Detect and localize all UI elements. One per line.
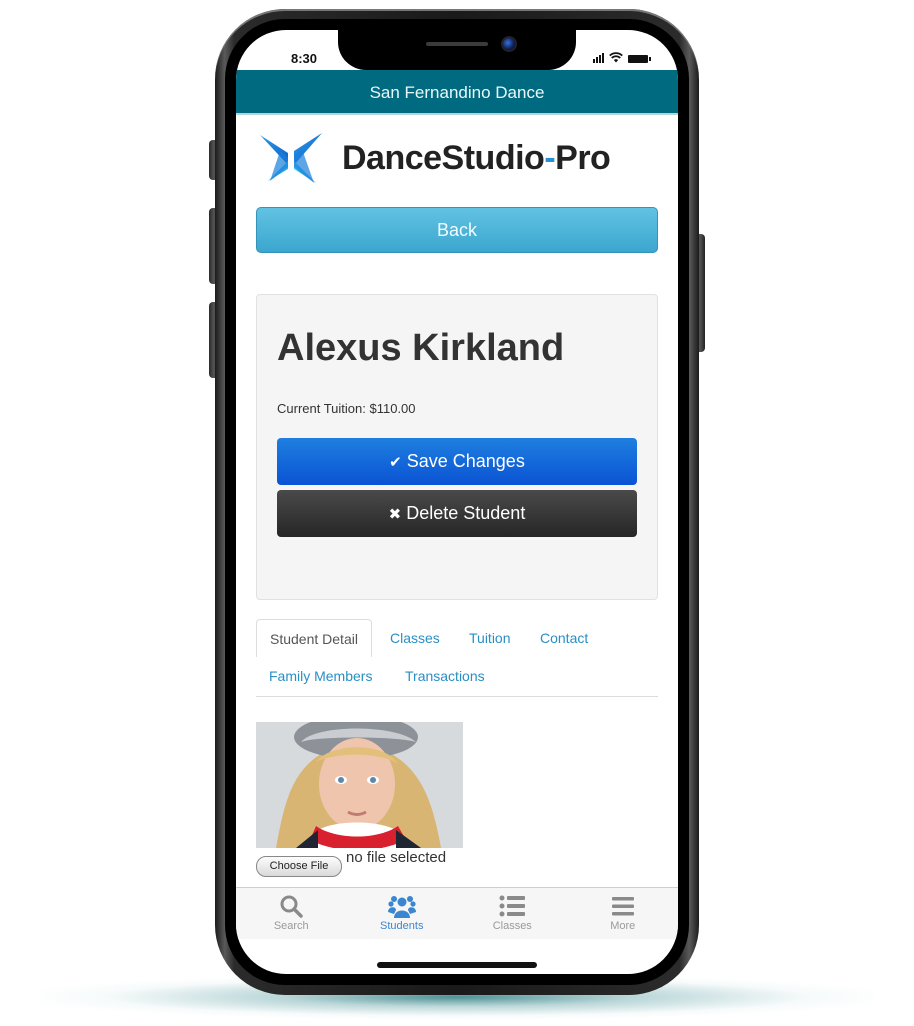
tab-tuition[interactable]: Tuition [469, 619, 511, 657]
speaker-grille [426, 42, 488, 46]
close-icon: ✖ [388, 506, 402, 523]
wifi-icon [609, 52, 623, 63]
tab-classes[interactable]: Classes [390, 619, 440, 657]
tab-student-detail[interactable]: Student Detail [256, 619, 372, 657]
tab-transactions[interactable]: Transactions [405, 657, 485, 695]
student-card: Alexus Kirkland Current Tuition: $110.00… [256, 294, 658, 600]
studio-header: San Fernandino Dance [236, 70, 678, 115]
phone-screen: 8:30 San Fernandino Dance DanceStudio-Pr… [236, 30, 678, 974]
tabbar-students[interactable]: Students [347, 888, 458, 939]
status-icons [593, 52, 651, 63]
students-icon [387, 896, 416, 918]
tabbar-more-label: More [610, 920, 636, 932]
status-time: 8:30 [291, 51, 318, 66]
battery-icon [628, 55, 651, 63]
student-photo [256, 722, 463, 848]
signal-icon [593, 53, 604, 63]
search-icon [280, 895, 303, 918]
notch [338, 30, 576, 70]
tabbar-students-label: Students [380, 920, 424, 932]
tab-contact[interactable]: Contact [540, 619, 588, 657]
tabbar-classes-label: Classes [492, 920, 532, 932]
brand-name: DanceStudio-Pro [342, 138, 611, 177]
back-button[interactable]: Back [256, 207, 658, 253]
bottom-tab-bar: Search Students Classes More [236, 887, 678, 939]
tabbar-classes[interactable]: Classes [457, 888, 568, 939]
brand-logo: DanceStudio-Pro [258, 130, 658, 186]
phone-frame: 8:30 San Fernandino Dance DanceStudio-Pr… [215, 9, 699, 995]
home-indicator[interactable] [377, 962, 537, 968]
tabbar-search-label: Search [273, 920, 309, 932]
save-changes-button[interactable]: ✔ Save Changes [277, 438, 637, 485]
delete-student-button[interactable]: ✖ Delete Student [277, 490, 637, 537]
tabbar-more[interactable]: More [568, 888, 679, 939]
file-status: no file selected [346, 849, 447, 866]
student-portrait [256, 722, 463, 848]
student-tabs: Student Detail Classes Tuition Contact F… [256, 619, 658, 697]
current-tuition: Current Tuition: $110.00 [277, 401, 416, 416]
list-icon [499, 895, 526, 917]
menu-icon [611, 897, 634, 916]
camera-icon [501, 36, 517, 52]
butterfly-logo-icon [260, 133, 322, 183]
save-changes-label: Save Changes [406, 451, 525, 471]
tab-family-members[interactable]: Family Members [269, 657, 372, 695]
choose-file-button[interactable]: Choose File [256, 856, 342, 877]
checkmark-icon: ✔ [389, 454, 402, 471]
student-name: Alexus Kirkland [277, 327, 565, 369]
delete-student-label: Delete Student [406, 503, 526, 523]
tabbar-search[interactable]: Search [236, 888, 347, 939]
